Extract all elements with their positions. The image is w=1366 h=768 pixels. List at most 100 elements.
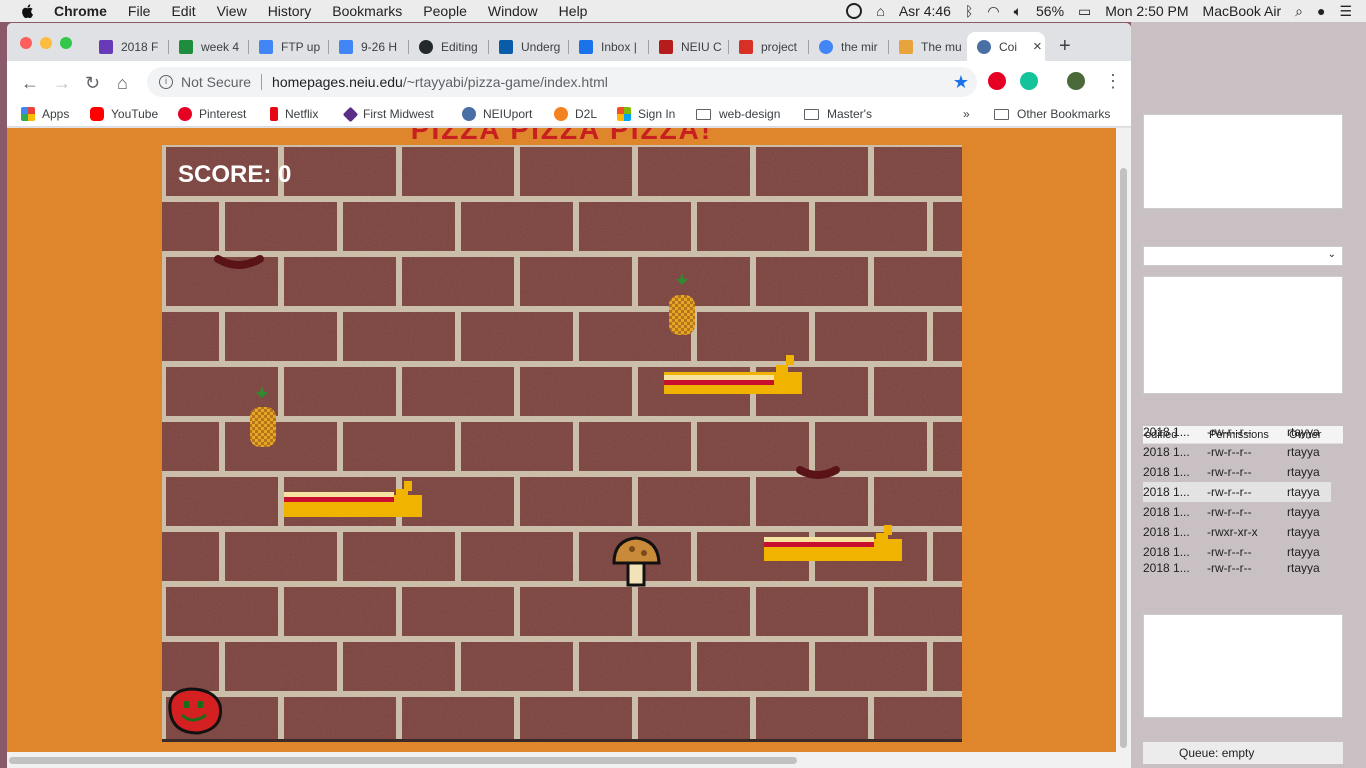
computer-name[interactable]: MacBook Air [1203,3,1282,19]
scrollbar-thumb[interactable] [9,757,797,764]
close-window-button[interactable] [20,37,32,49]
divider [261,74,263,90]
file-date: 2018 1... [1143,505,1190,519]
score-label: SCORE: 0 [178,161,292,188]
bookmark-neiuport[interactable]: NEIUport [462,107,532,121]
tab-drive[interactable]: week 4 [169,32,249,61]
file-date: 2018 1... [1143,445,1190,459]
tomato-player [168,687,223,735]
siri-icon[interactable]: ● [1317,3,1325,19]
game-canvas[interactable]: SCORE: 0 [162,145,962,742]
bookmark-label: YouTube [111,107,159,121]
spotlight-search-icon[interactable]: ⌕ [1295,3,1303,20]
tab-forms[interactable]: 2018 F [89,32,169,61]
menu-window[interactable]: Window [488,3,538,19]
tab-active-game[interactable]: Coi × [967,32,1045,61]
back-button[interactable]: ← [21,73,39,94]
bookmark-apps[interactable]: Apps [21,107,69,121]
menu-people[interactable]: People [423,3,467,19]
tab-neiu[interactable]: NEIU C [649,32,729,61]
file-row[interactable]: 2018 1... -rwxr-xr-x rtayya [1143,522,1331,542]
d2l-icon [554,107,568,121]
horizontal-scrollbar[interactable] [7,752,1116,768]
menu-edit[interactable]: Edit [171,3,195,19]
close-tab-icon[interactable]: × [1033,38,1042,55]
maximize-window-button[interactable] [60,37,72,49]
bookmark-first-midwest[interactable]: First Midwest [342,106,434,122]
menu-file[interactable]: File [128,3,151,19]
forward-button[interactable]: → [53,73,71,94]
battery-percent[interactable]: 56% [1036,3,1064,19]
tab-docs-ftp[interactable]: FTP up [249,32,329,61]
mosque-icon[interactable]: ⌂ [876,3,884,19]
ftp-path-select[interactable]: ⌄ [1143,246,1343,266]
scrollbar-thumb[interactable] [1120,168,1127,748]
bookmark-sign-in[interactable]: Sign In [617,107,675,121]
tab-inbox[interactable]: Inbox | [569,32,649,61]
tab-the-mu[interactable]: The mu [889,32,967,61]
folder-icon [804,108,819,120]
menu-view[interactable]: View [217,3,247,19]
url-path[interactable]: /~rtayyabi/pizza-game/index.html [403,74,608,90]
menu-bookmarks[interactable]: Bookmarks [332,3,402,19]
url-host[interactable]: homepages.neiu.edu [272,74,403,90]
bluetooth-icon[interactable]: ᛒ [965,3,973,19]
info-icon [579,39,593,54]
bookmark-netflix[interactable]: Netflix [270,107,318,121]
bookmark-d2l[interactable]: D2L [554,107,597,121]
clock[interactable]: Mon 2:50 PM [1105,3,1188,19]
kebab-menu-icon[interactable]: ⋮ [1104,71,1122,92]
profile-avatar[interactable] [1067,72,1085,90]
tab-label: the mir [841,39,878,54]
bookmark-pinterest[interactable]: Pinterest [178,107,246,121]
reload-button[interactable]: ↻ [85,73,100,94]
address-bar[interactable]: i Not Secure homepages.neiu.edu/~rtayyab… [147,67,977,97]
page-title: PIZZA PIZZA PIZZA! [410,128,713,145]
bookmarks-overflow-icon[interactable]: » [963,107,970,121]
vertical-scrollbar[interactable] [1116,128,1131,768]
wifi-icon[interactable]: ◠ [987,3,999,20]
file-row[interactable]: 2018 1... -rw-r--r-- rtayya [1143,422,1331,442]
home-button[interactable]: ⌂ [117,73,128,94]
menu-history[interactable]: History [268,3,312,19]
bookmark-web-design[interactable]: web-design [696,107,780,121]
menu-app-name[interactable]: Chrome [54,3,107,19]
file-row[interactable]: 2018 1... -rw-r--r-- rtayya [1143,442,1331,462]
bookmark-masters[interactable]: Master's [804,107,872,121]
menu-help[interactable]: Help [559,3,588,19]
file-row[interactable]: 2018 1... -rw-r--r-- rtayya [1143,462,1331,482]
grammarly-extension-icon[interactable] [1020,72,1038,90]
volume-icon[interactable]: 🔈︎ [1014,3,1022,20]
folder-icon [994,108,1009,120]
folder-icon [696,108,711,120]
bookmark-star-icon[interactable]: ★ [953,72,969,93]
tab-gmail[interactable]: project [729,32,809,61]
tab-docs-926[interactable]: 9-26 H [329,32,409,61]
creative-cloud-icon[interactable] [846,3,863,19]
apple-icon[interactable] [20,3,36,19]
netflix-icon [270,107,278,121]
bookmarks-bar: Apps YouTube Pinterest Netflix First Mid… [7,105,1131,127]
other-bookmarks[interactable]: Other Bookmarks [994,107,1110,121]
tab-label: 2018 F [121,39,159,54]
tab-github[interactable]: Editing [409,32,489,61]
battery-icon[interactable]: ▭ [1078,3,1091,20]
minimize-window-button[interactable] [40,37,52,49]
tab-google[interactable]: the mir [809,32,889,61]
info-icon[interactable]: i [159,75,173,89]
new-tab-button[interactable]: + [1059,35,1071,58]
chrome-window: 2018 F week 4 FTP up 9-26 H Editing Unde… [7,23,1131,768]
security-label[interactable]: Not Secure [181,74,251,90]
tab-underg[interactable]: Underg [489,32,569,61]
pinterest-extension-icon[interactable] [988,72,1006,90]
file-row[interactable]: 2018 1... -rw-r--r-- rtayya [1143,562,1331,574]
file-row[interactable]: 2018 1... -rw-r--r-- rtayya [1143,502,1331,522]
bookmark-youtube[interactable]: YouTube [90,107,158,121]
docs-icon [259,39,273,54]
file-owner: rtayya [1287,465,1320,479]
prayer-time[interactable]: Asr 4:46 [899,3,951,19]
file-row-selected[interactable]: 2018 1... -rw-r--r-- rtayya [1143,482,1331,502]
file-row[interactable]: 2018 1... -rw-r--r-- rtayya [1143,542,1331,562]
notification-center-icon[interactable]: ☰ [1339,3,1352,20]
tab-label: The mu [921,39,962,54]
